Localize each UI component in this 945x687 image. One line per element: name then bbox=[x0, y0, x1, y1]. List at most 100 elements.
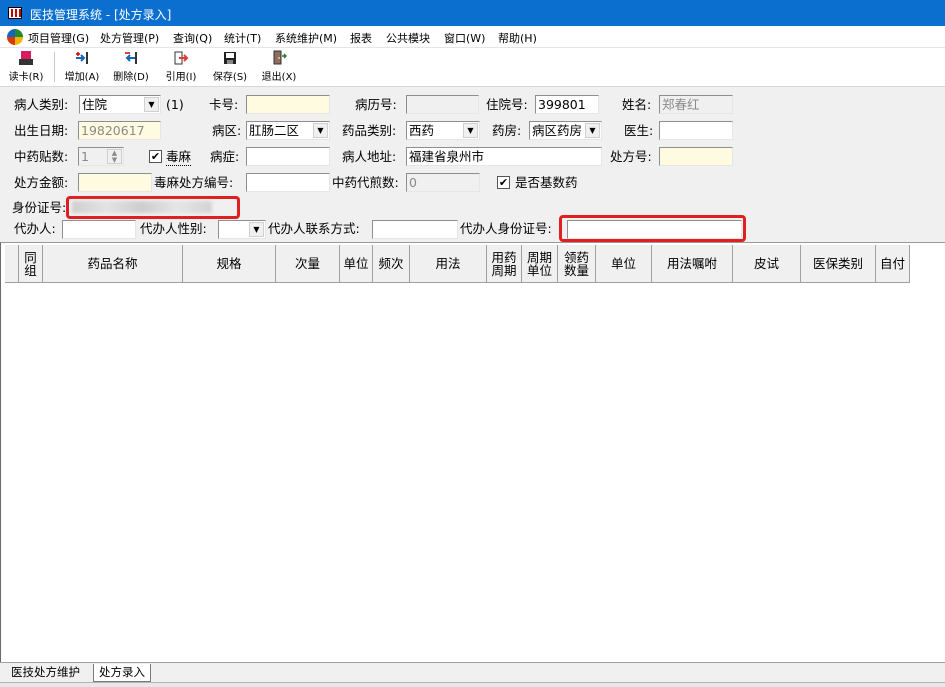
herb-decoct-label: 中药代煎数: bbox=[332, 175, 399, 190]
col-dose[interactable]: 次量 bbox=[276, 245, 340, 283]
ward-select[interactable]: 肛肠二区 ▼ bbox=[246, 121, 330, 140]
chevron-down-icon[interactable]: ▼ bbox=[313, 123, 328, 138]
essential-drug-label: 是否基数药 bbox=[515, 175, 578, 190]
menu-reports[interactable]: 报表 bbox=[350, 30, 372, 46]
card-reader-icon bbox=[18, 50, 34, 66]
col-unit[interactable]: 单位 bbox=[340, 245, 373, 283]
herb-decoct-input[interactable]: 0 bbox=[406, 173, 480, 192]
patient-type-select[interactable]: 住院 ▼ bbox=[79, 95, 161, 114]
add-row-icon bbox=[74, 50, 90, 66]
status-bar bbox=[0, 682, 945, 687]
herb-doses-stepper[interactable]: 1 ▲ ▼ bbox=[78, 147, 124, 166]
col-frequency[interactable]: 频次 bbox=[373, 245, 410, 283]
rx-no-label: 处方号: bbox=[610, 149, 652, 164]
tab-prescription-entry[interactable]: 处方录入 bbox=[93, 664, 151, 682]
col-cycle[interactable]: 用药 周期 bbox=[487, 245, 522, 283]
agent-phone-input[interactable] bbox=[372, 220, 458, 239]
menu-public[interactable]: 公共模块 bbox=[386, 30, 430, 46]
admission-no-label: 住院号: bbox=[486, 97, 528, 112]
cite-button[interactable]: 引用(I) bbox=[160, 50, 202, 84]
herb-doses-value: 1 bbox=[81, 149, 89, 164]
pharmacy-value: 病区药房 bbox=[532, 123, 583, 138]
admission-no-input[interactable]: 399801 bbox=[535, 95, 599, 114]
card-no-input[interactable] bbox=[246, 95, 330, 114]
prescription-form: 病人类别: 住院 ▼ (1) 卡号: 病历号: 住院号: 399801 姓名: … bbox=[0, 86, 945, 242]
prescription-grid[interactable]: 同组 药品名称 规格 次量 单位 频次 用法 用药 周期 周期 单位 领药 数量 单位… bbox=[0, 242, 945, 662]
essential-drug-checkbox[interactable]: ✔ bbox=[497, 176, 510, 189]
doctor-input[interactable] bbox=[659, 121, 733, 140]
exit-door-icon bbox=[271, 50, 288, 66]
doctor-label: 医生: bbox=[624, 123, 654, 138]
col-drug-name[interactable]: 药品名称 bbox=[43, 245, 183, 283]
tab-clinic-rx-maintenance[interactable]: 医技处方维护 bbox=[6, 664, 85, 682]
toxic-label: 毒麻 bbox=[166, 149, 192, 166]
name-input[interactable]: 郑春红 bbox=[659, 95, 733, 114]
window-title: 医技管理系统 - [处方录入] bbox=[30, 8, 172, 22]
drug-type-label: 药品类别: bbox=[342, 123, 397, 138]
menu-help[interactable]: 帮助(H) bbox=[498, 30, 537, 46]
toxic-rx-input[interactable] bbox=[246, 173, 330, 192]
import-arrow-icon bbox=[173, 50, 189, 66]
agent-id-input[interactable] bbox=[567, 220, 742, 239]
menu-window[interactable]: 窗口(W) bbox=[444, 30, 485, 46]
spin-arrows-icon[interactable]: ▲ ▼ bbox=[107, 149, 122, 164]
disease-input[interactable] bbox=[246, 147, 330, 166]
menu-system[interactable]: 系统维护(M) bbox=[275, 30, 337, 46]
pharmacy-select[interactable]: 病区药房 ▼ bbox=[529, 121, 602, 140]
title-bar: 医技管理系统 - [处方录入] bbox=[0, 0, 945, 26]
record-no-input[interactable] bbox=[406, 95, 479, 114]
system-logo-icon[interactable] bbox=[7, 29, 23, 45]
rx-amount-input[interactable] bbox=[78, 173, 152, 192]
col-cycle-unit[interactable]: 周期 单位 bbox=[522, 245, 558, 283]
agent-label: 代办人: bbox=[14, 221, 56, 236]
toxic-checkbox[interactable]: ✔ bbox=[149, 150, 162, 163]
patient-type-label: 病人类别: bbox=[14, 97, 69, 112]
save-button[interactable]: 保存(S) bbox=[209, 50, 251, 84]
patient-type-value: 住院 bbox=[82, 97, 108, 112]
address-input[interactable]: 福建省泉州市 bbox=[406, 147, 602, 166]
add-button[interactable]: 增加(A) bbox=[61, 50, 103, 84]
agent-id-label: 代办人身份证号: bbox=[460, 221, 552, 236]
grid-header-indicator bbox=[5, 245, 19, 283]
col-dispense-qty[interactable]: 领药 数量 bbox=[558, 245, 596, 283]
id-number-redacted[interactable] bbox=[72, 201, 212, 213]
chevron-down-icon[interactable]: ▼ bbox=[144, 97, 159, 112]
col-insurance[interactable]: 医保类别 bbox=[801, 245, 876, 283]
birth-label: 出生日期: bbox=[14, 123, 69, 138]
toolbar: 读卡(R) 增加(A) 删除(D) 引用(I) 保存(S) 退出(X) bbox=[0, 48, 945, 86]
rx-amount-label: 处方金额: bbox=[14, 175, 69, 190]
toolbar-separator bbox=[54, 52, 55, 82]
col-usage[interactable]: 用法 bbox=[410, 245, 487, 283]
id-number-label: 身份证号: bbox=[12, 200, 67, 215]
col-dispense-unit[interactable]: 单位 bbox=[596, 245, 652, 283]
menu-statistics[interactable]: 统计(T) bbox=[224, 30, 261, 46]
read-card-button[interactable]: 读卡(R) bbox=[5, 50, 47, 84]
menu-query[interactable]: 查询(Q) bbox=[173, 30, 212, 46]
pharmacy-label: 药房: bbox=[492, 123, 522, 138]
agent-input[interactable] bbox=[62, 220, 136, 239]
record-no-label: 病历号: bbox=[355, 97, 397, 112]
rx-no-input[interactable] bbox=[659, 147, 733, 166]
chevron-down-icon[interactable]: ▼ bbox=[463, 123, 478, 138]
menu-bar: 项目管理(G) 处方管理(P) 查询(Q) 统计(T) 系统维护(M) 报表 公… bbox=[0, 26, 945, 48]
chevron-down-icon[interactable]: ▼ bbox=[249, 222, 264, 237]
menu-prescription[interactable]: 处方管理(P) bbox=[100, 30, 159, 46]
floppy-disk-icon bbox=[222, 50, 238, 66]
delete-button[interactable]: 删除(D) bbox=[110, 50, 152, 84]
menu-project[interactable]: 项目管理(G) bbox=[28, 30, 89, 46]
ward-value: 肛肠二区 bbox=[249, 123, 300, 138]
herb-doses-label: 中药贴数: bbox=[14, 149, 69, 164]
app-icon bbox=[8, 7, 22, 19]
birth-input[interactable]: 19820617 bbox=[78, 121, 161, 140]
col-self-pay[interactable]: 自付 bbox=[876, 245, 910, 283]
col-spec[interactable]: 规格 bbox=[183, 245, 276, 283]
chevron-down-icon[interactable]: ▼ bbox=[585, 123, 600, 138]
agent-sex-select[interactable]: ▼ bbox=[218, 220, 266, 239]
drug-type-select[interactable]: 西药 ▼ bbox=[406, 121, 480, 140]
col-instruction[interactable]: 用法嘱咐 bbox=[652, 245, 733, 283]
name-label: 姓名: bbox=[622, 97, 652, 112]
patient-type-hint: (1) bbox=[166, 97, 184, 112]
col-skin-test[interactable]: 皮试 bbox=[733, 245, 801, 283]
col-group[interactable]: 同组 bbox=[19, 245, 43, 283]
exit-button[interactable]: 退出(X) bbox=[258, 50, 300, 84]
